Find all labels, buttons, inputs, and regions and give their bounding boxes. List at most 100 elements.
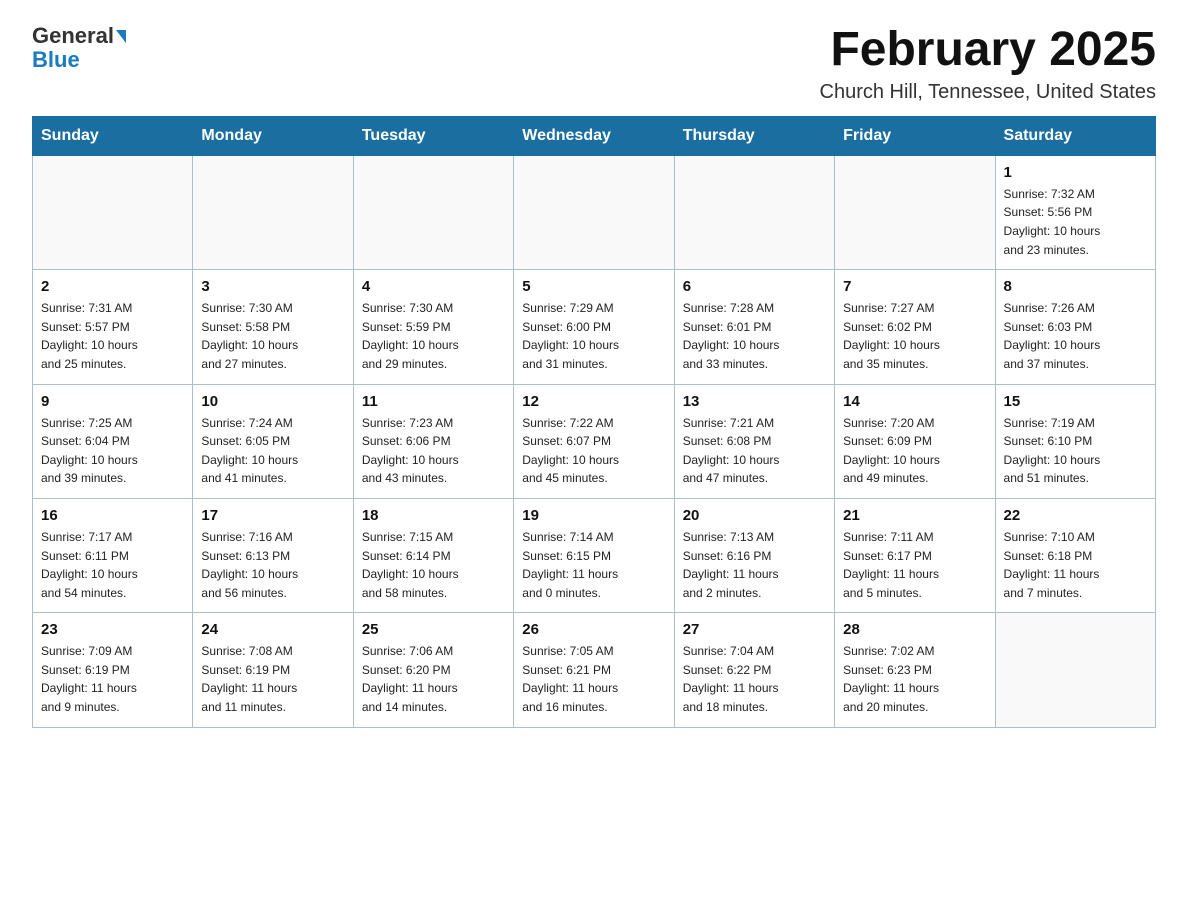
day-number: 28 <box>843 621 986 638</box>
calendar-day-cell: 24Sunrise: 7:08 AM Sunset: 6:19 PM Dayli… <box>193 613 353 727</box>
calendar-day-cell: 25 Sunrise: 7:06 AM Sunset: 6:20 PM Dayli… <box>353 613 513 727</box>
calendar-body: 1 Sunrise: 7:32 AM Sunset: 5:56 PM Daylig… <box>33 155 1156 727</box>
calendar-day-cell: 8Sunrise: 7:26 AM Sunset: 6:03 PM Daylig… <box>995 270 1155 384</box>
calendar-day-cell: 15Sunrise: 7:19 AM Sunset: 6:10 PM Dayli… <box>995 384 1155 498</box>
calendar-day-cell: 18 Sunrise: 7:15 AM Sunset: 6:14 PM Dayli… <box>353 498 513 612</box>
day-info: Sunrise: 7:30 AM Sunset: 5:59 PM Dayligh… <box>362 299 505 373</box>
day-info: Sunrise: 7:11 AM Sunset: 6:17 PM Dayligh… <box>843 528 986 602</box>
calendar-week-row: 2Sunrise: 7:31 AM Sunset: 5:57 PM Daylig… <box>33 270 1156 384</box>
day-info: Sunrise: 7:25 AM Sunset: 6:04 PM Dayligh… <box>41 414 184 488</box>
day-number: 5 <box>522 278 665 295</box>
calendar-day-cell: 4 Sunrise: 7:30 AM Sunset: 5:59 PM Daylig… <box>353 270 513 384</box>
calendar-day-cell: 27 Sunrise: 7:04 AM Sunset: 6:22 PM Dayli… <box>674 613 834 727</box>
calendar-day-cell: 11 Sunrise: 7:23 AM Sunset: 6:06 PM Dayli… <box>353 384 513 498</box>
calendar-day-cell <box>514 155 674 269</box>
day-number: 24 <box>201 621 344 638</box>
weekday-header-saturday: Saturday <box>995 116 1155 155</box>
day-number: 25 <box>362 621 505 638</box>
calendar-week-row: 9 Sunrise: 7:25 AM Sunset: 6:04 PM Daylig… <box>33 384 1156 498</box>
calendar-day-cell: 1 Sunrise: 7:32 AM Sunset: 5:56 PM Daylig… <box>995 155 1155 269</box>
calendar-week-row: 1 Sunrise: 7:32 AM Sunset: 5:56 PM Daylig… <box>33 155 1156 269</box>
day-info: Sunrise: 7:21 AM Sunset: 6:08 PM Dayligh… <box>683 414 826 488</box>
day-number: 10 <box>201 393 344 410</box>
day-number: 27 <box>683 621 826 638</box>
day-number: 6 <box>683 278 826 295</box>
weekday-header-tuesday: Tuesday <box>353 116 513 155</box>
calendar-day-cell <box>835 155 995 269</box>
day-info: Sunrise: 7:14 AM Sunset: 6:15 PM Dayligh… <box>522 528 665 602</box>
weekday-header-thursday: Thursday <box>674 116 834 155</box>
day-number: 19 <box>522 507 665 524</box>
day-info: Sunrise: 7:06 AM Sunset: 6:20 PM Dayligh… <box>362 642 505 716</box>
calendar-day-cell: 20 Sunrise: 7:13 AM Sunset: 6:16 PM Dayli… <box>674 498 834 612</box>
day-number: 4 <box>362 278 505 295</box>
day-number: 18 <box>362 507 505 524</box>
day-number: 13 <box>683 393 826 410</box>
logo-general-text: General <box>32 24 114 48</box>
day-number: 2 <box>41 278 184 295</box>
day-number: 12 <box>522 393 665 410</box>
day-number: 26 <box>522 621 665 638</box>
calendar-day-cell: 17 Sunrise: 7:16 AM Sunset: 6:13 PM Dayli… <box>193 498 353 612</box>
day-number: 20 <box>683 507 826 524</box>
calendar-day-cell <box>674 155 834 269</box>
calendar-table: SundayMondayTuesdayWednesdayThursdayFrid… <box>32 116 1156 728</box>
day-number: 1 <box>1004 164 1147 181</box>
day-number: 22 <box>1004 507 1147 524</box>
day-number: 21 <box>843 507 986 524</box>
calendar-day-cell: 19 Sunrise: 7:14 AM Sunset: 6:15 PM Dayli… <box>514 498 674 612</box>
logo-blue-text: Blue <box>32 48 80 72</box>
day-info: Sunrise: 7:23 AM Sunset: 6:06 PM Dayligh… <box>362 414 505 488</box>
weekday-header-wednesday: Wednesday <box>514 116 674 155</box>
calendar-day-cell: 26 Sunrise: 7:05 AM Sunset: 6:21 PM Dayli… <box>514 613 674 727</box>
calendar-day-cell: 22Sunrise: 7:10 AM Sunset: 6:18 PM Dayli… <box>995 498 1155 612</box>
day-number: 15 <box>1004 393 1147 410</box>
day-info: Sunrise: 7:30 AM Sunset: 5:58 PM Dayligh… <box>201 299 344 373</box>
weekday-header-row: SundayMondayTuesdayWednesdayThursdayFrid… <box>33 116 1156 155</box>
calendar-day-cell: 9 Sunrise: 7:25 AM Sunset: 6:04 PM Daylig… <box>33 384 193 498</box>
day-info: Sunrise: 7:32 AM Sunset: 5:56 PM Dayligh… <box>1004 185 1147 259</box>
calendar-subtitle: Church Hill, Tennessee, United States <box>820 81 1156 104</box>
day-info: Sunrise: 7:05 AM Sunset: 6:21 PM Dayligh… <box>522 642 665 716</box>
day-number: 3 <box>201 278 344 295</box>
calendar-day-cell: 13 Sunrise: 7:21 AM Sunset: 6:08 PM Dayli… <box>674 384 834 498</box>
page-header: General Blue February 2025 Church Hill, … <box>32 24 1156 104</box>
day-info: Sunrise: 7:16 AM Sunset: 6:13 PM Dayligh… <box>201 528 344 602</box>
day-info: Sunrise: 7:13 AM Sunset: 6:16 PM Dayligh… <box>683 528 826 602</box>
calendar-day-cell <box>995 613 1155 727</box>
day-number: 17 <box>201 507 344 524</box>
day-info: Sunrise: 7:28 AM Sunset: 6:01 PM Dayligh… <box>683 299 826 373</box>
day-info: Sunrise: 7:24 AM Sunset: 6:05 PM Dayligh… <box>201 414 344 488</box>
day-number: 11 <box>362 393 505 410</box>
day-info: Sunrise: 7:15 AM Sunset: 6:14 PM Dayligh… <box>362 528 505 602</box>
calendar-day-cell: 21 Sunrise: 7:11 AM Sunset: 6:17 PM Dayli… <box>835 498 995 612</box>
day-info: Sunrise: 7:04 AM Sunset: 6:22 PM Dayligh… <box>683 642 826 716</box>
day-info: Sunrise: 7:20 AM Sunset: 6:09 PM Dayligh… <box>843 414 986 488</box>
calendar-day-cell: 16Sunrise: 7:17 AM Sunset: 6:11 PM Dayli… <box>33 498 193 612</box>
calendar-header: SundayMondayTuesdayWednesdayThursdayFrid… <box>33 116 1156 155</box>
calendar-day-cell: 2Sunrise: 7:31 AM Sunset: 5:57 PM Daylig… <box>33 270 193 384</box>
calendar-day-cell: 10 Sunrise: 7:24 AM Sunset: 6:05 PM Dayli… <box>193 384 353 498</box>
day-number: 14 <box>843 393 986 410</box>
calendar-day-cell: 6 Sunrise: 7:28 AM Sunset: 6:01 PM Daylig… <box>674 270 834 384</box>
calendar-day-cell <box>33 155 193 269</box>
day-info: Sunrise: 7:09 AM Sunset: 6:19 PM Dayligh… <box>41 642 184 716</box>
day-number: 9 <box>41 393 184 410</box>
day-info: Sunrise: 7:22 AM Sunset: 6:07 PM Dayligh… <box>522 414 665 488</box>
day-number: 23 <box>41 621 184 638</box>
weekday-header-monday: Monday <box>193 116 353 155</box>
calendar-week-row: 23 Sunrise: 7:09 AM Sunset: 6:19 PM Dayli… <box>33 613 1156 727</box>
calendar-day-cell <box>193 155 353 269</box>
calendar-day-cell: 3 Sunrise: 7:30 AM Sunset: 5:58 PM Daylig… <box>193 270 353 384</box>
calendar-day-cell <box>353 155 513 269</box>
calendar-week-row: 16Sunrise: 7:17 AM Sunset: 6:11 PM Dayli… <box>33 498 1156 612</box>
day-number: 7 <box>843 278 986 295</box>
title-block: February 2025 Church Hill, Tennessee, Un… <box>820 24 1156 104</box>
day-number: 16 <box>41 507 184 524</box>
calendar-day-cell: 23 Sunrise: 7:09 AM Sunset: 6:19 PM Dayli… <box>33 613 193 727</box>
day-info: Sunrise: 7:29 AM Sunset: 6:00 PM Dayligh… <box>522 299 665 373</box>
weekday-header-friday: Friday <box>835 116 995 155</box>
calendar-title: February 2025 <box>820 24 1156 77</box>
calendar-day-cell: 12 Sunrise: 7:22 AM Sunset: 6:07 PM Dayli… <box>514 384 674 498</box>
weekday-header-sunday: Sunday <box>33 116 193 155</box>
